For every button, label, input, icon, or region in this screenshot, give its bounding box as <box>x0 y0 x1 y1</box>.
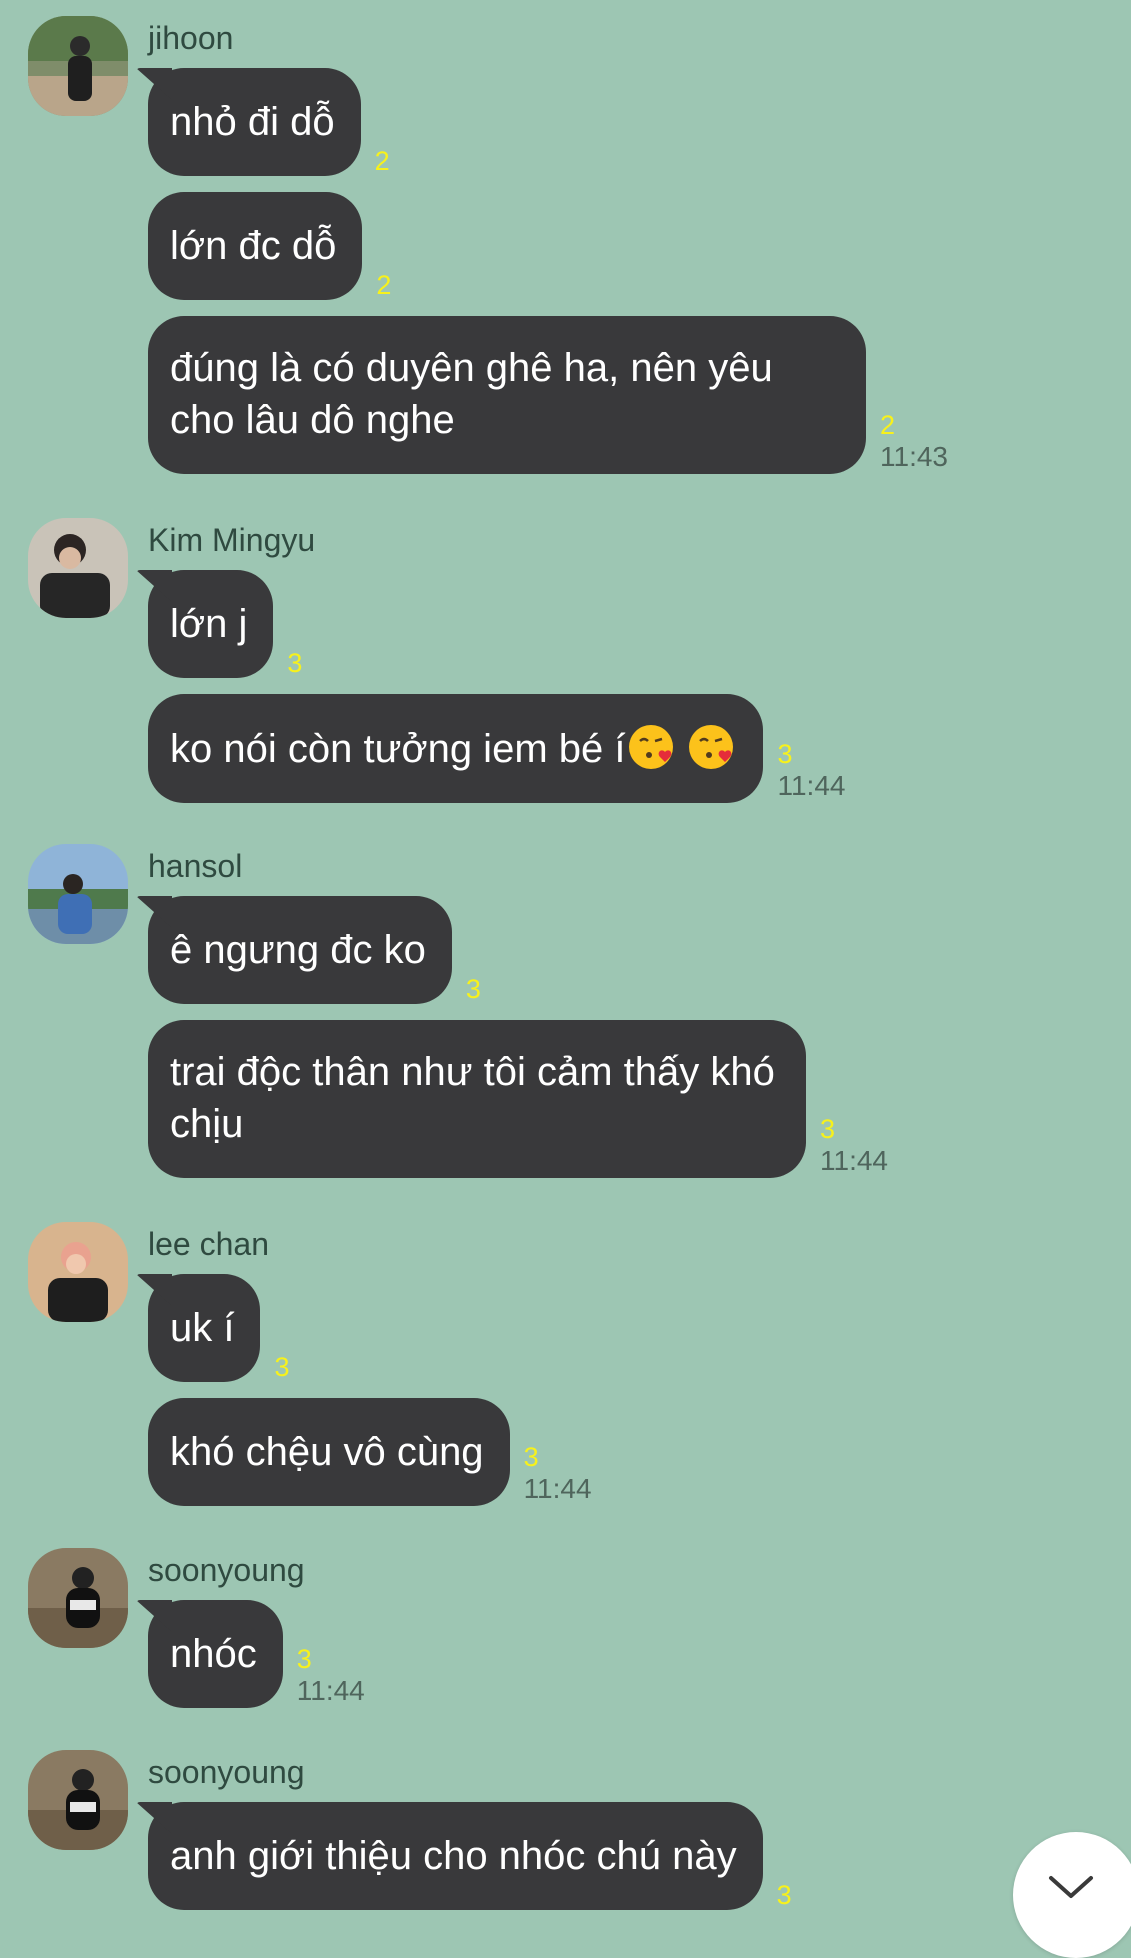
message-bubble[interactable]: lớn j <box>148 570 274 678</box>
message-bubble[interactable]: anh giới thiệu cho nhóc chú này <box>148 1802 763 1910</box>
read-count: 3 <box>777 739 793 769</box>
read-count: 3 <box>523 1442 539 1472</box>
message-bubble[interactable]: nhỏ đi dỗ <box>148 68 361 176</box>
user-photo-icon <box>28 518 128 618</box>
message-time: 11:44 <box>523 1473 592 1504</box>
message-row: trai độc thân như tôi cảm thấy khó chịu … <box>148 1020 888 1178</box>
avatar[interactable] <box>28 1548 128 1648</box>
message-meta: 2 <box>376 270 391 300</box>
message-row: nhỏ đi dỗ 2 <box>148 68 390 176</box>
user-photo-icon <box>28 16 128 116</box>
message-meta: 2 <box>375 146 390 176</box>
message-text: anh giới thiệu cho nhóc chú này <box>170 1834 737 1878</box>
avatar[interactable] <box>28 1750 128 1850</box>
read-count: 3 <box>287 648 303 678</box>
face-blowing-kiss-icon <box>629 725 674 769</box>
message-bubble[interactable]: uk í <box>148 1274 261 1382</box>
message-meta: 3 11:44 <box>297 1644 365 1708</box>
message-row: anh giới thiệu cho nhóc chú này 3 <box>148 1802 792 1910</box>
message-row: ko nói còn tưởng iem bé í 3 11:44 <box>148 694 845 803</box>
message-text: ê ngưng đc ko <box>170 928 426 972</box>
message-text: ko nói còn tưởng iem bé í <box>170 727 626 771</box>
user-photo-icon <box>28 1548 128 1648</box>
sender-name: hansol <box>148 848 243 884</box>
message-bubble[interactable]: đúng là có duyên ghê ha, nên yêu cho lâu… <box>148 316 866 474</box>
avatar[interactable] <box>28 16 128 116</box>
read-count: 3 <box>776 1880 792 1910</box>
message-text: trai độc thân như tôi cảm thấy khó chịu <box>170 1050 775 1146</box>
message-text: đúng là có duyên ghê ha, nên yêu cho lâu… <box>170 346 773 442</box>
message-bubble[interactable]: nhóc <box>148 1600 283 1708</box>
message-text: nhóc <box>170 1632 257 1676</box>
message-meta: 3 11:44 <box>524 1442 592 1506</box>
message-meta: 3 11:44 <box>777 739 845 803</box>
read-count: 2 <box>376 270 392 300</box>
chevron-down-icon <box>1049 1876 1093 1898</box>
sender-name: jihoon <box>148 20 234 56</box>
message-time: 11:44 <box>820 1145 888 1176</box>
message-meta: 3 <box>777 1880 792 1910</box>
message-row: uk í 3 <box>148 1274 290 1382</box>
sender-name: soonyoung <box>148 1552 305 1588</box>
sender-name: lee chan <box>148 1226 269 1262</box>
message-meta: 3 11:44 <box>820 1114 888 1178</box>
avatar[interactable] <box>28 844 128 944</box>
user-photo-icon <box>28 1222 128 1322</box>
scroll-to-bottom-button[interactable] <box>1013 1832 1131 1958</box>
message-bubble[interactable]: lớn đc dỗ <box>148 192 363 300</box>
sender-name: soonyoung <box>148 1754 305 1790</box>
read-count: 3 <box>465 974 481 1004</box>
message-meta: 3 <box>274 1352 289 1382</box>
user-photo-icon <box>28 844 128 944</box>
read-count: 3 <box>296 1644 312 1674</box>
message-text: lớn j <box>170 602 248 646</box>
read-count: 2 <box>374 146 390 176</box>
message-time: 11:44 <box>296 1675 365 1706</box>
user-photo-icon <box>28 1750 128 1850</box>
message-text: uk í <box>170 1306 235 1350</box>
message-time: 11:43 <box>880 441 948 472</box>
message-row: nhóc 3 11:44 <box>148 1600 365 1708</box>
message-bubble[interactable]: khó chệu vô cùng <box>148 1398 510 1506</box>
message-row: lớn j 3 <box>148 570 302 678</box>
chat-message-list[interactable]: jihoon nhỏ đi dỗ 2 lớn đc dỗ 2 đúng là c… <box>0 0 1131 1920</box>
message-meta: 3 <box>466 974 481 1004</box>
message-row: khó chệu vô cùng 3 11:44 <box>148 1398 592 1506</box>
message-row: lớn đc dỗ 2 <box>148 192 391 300</box>
message-bubble[interactable]: trai độc thân như tôi cảm thấy khó chịu <box>148 1020 806 1178</box>
message-text: nhỏ đi dỗ <box>170 100 335 144</box>
read-count: 3 <box>820 1114 836 1144</box>
message-text: lớn đc dỗ <box>170 224 337 268</box>
message-row: ê ngưng đc ko 3 <box>148 896 481 1004</box>
face-blowing-kiss-icon <box>689 725 734 769</box>
message-meta: 2 11:43 <box>880 410 948 474</box>
avatar[interactable] <box>28 518 128 618</box>
message-bubble[interactable]: ê ngưng đc ko <box>148 896 452 1004</box>
sender-name: Kim Mingyu <box>148 522 316 558</box>
read-count: 2 <box>880 410 896 440</box>
message-bubble[interactable]: ko nói còn tưởng iem bé í <box>148 694 764 803</box>
read-count: 3 <box>274 1352 290 1382</box>
avatar[interactable] <box>28 1222 128 1322</box>
message-text: khó chệu vô cùng <box>170 1430 484 1474</box>
message-time: 11:44 <box>777 770 846 801</box>
message-row: đúng là có duyên ghê ha, nên yêu cho lâu… <box>148 316 948 474</box>
message-meta: 3 <box>287 648 302 678</box>
